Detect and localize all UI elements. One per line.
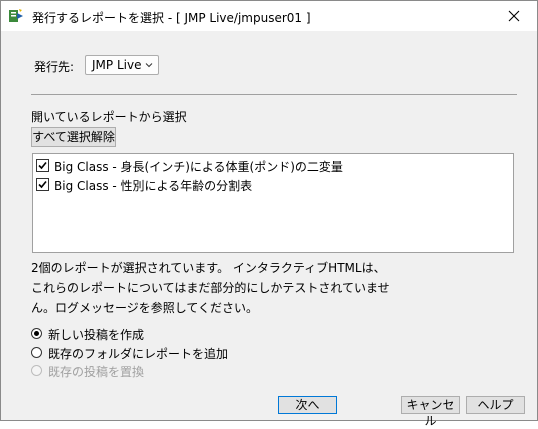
cancel-button[interactable]: キャンセル	[401, 396, 460, 428]
report-label: Big Class - 身長(インチ)による体重(ポンド)の二変量	[54, 160, 343, 174]
radio-button[interactable]	[31, 347, 42, 358]
radio-label: 既存のフォルダにレポートを追加	[48, 347, 229, 361]
info-line-1: 2個のレポートが選択されています。 インタラクティブHTMLは、	[31, 261, 386, 275]
report-label: Big Class - 性別による年齢の分割表	[54, 179, 253, 193]
close-button[interactable]	[491, 1, 537, 31]
jmp-publish-icon	[8, 8, 24, 24]
window-title: 発行するレポートを選択 - [ JMP Live/jmpuser01 ]	[32, 11, 311, 25]
info-line-2: これらのレポートについてはまだ部分的にしかテストされていませ	[31, 281, 390, 295]
report-checkbox[interactable]	[36, 178, 49, 191]
divider	[31, 94, 517, 95]
radio-label: 既存の投稿を置換	[48, 365, 145, 379]
title-bar[interactable]: 発行するレポートを選択 - [ JMP Live/jmpuser01 ]	[1, 1, 537, 31]
help-button[interactable]: ヘルプ	[466, 396, 525, 414]
checkmark-icon	[38, 180, 47, 189]
next-button[interactable]: 次へ	[278, 396, 337, 414]
report-list[interactable]: Big Class - 身長(インチ)による体重(ポンド)の二変量 Big Cl…	[32, 153, 514, 253]
checkmark-icon	[38, 161, 47, 170]
deselect-all-button[interactable]: すべて選択解除	[31, 127, 116, 147]
destination-value: JMP Live	[92, 58, 142, 72]
info-message: 2個のレポートが選択されています。 インタラクティブHTMLは、 これらのレポー…	[31, 258, 501, 318]
radio-label: 新しい投稿を作成	[48, 328, 145, 342]
close-icon	[508, 10, 520, 22]
radio-button[interactable]	[31, 328, 42, 339]
report-checkbox[interactable]	[36, 159, 49, 172]
radio-button	[31, 365, 42, 376]
destination-label: 発行先:	[34, 60, 75, 74]
info-line-3: ん。ログメッセージを参照してください。	[31, 301, 259, 315]
destination-dropdown[interactable]: JMP Live	[85, 55, 159, 75]
chevron-down-icon	[145, 63, 153, 68]
open-reports-label: 開いているレポートから選択	[31, 110, 187, 124]
publish-dialog: 発行するレポートを選択 - [ JMP Live/jmpuser01 ] 発行先…	[0, 0, 538, 428]
